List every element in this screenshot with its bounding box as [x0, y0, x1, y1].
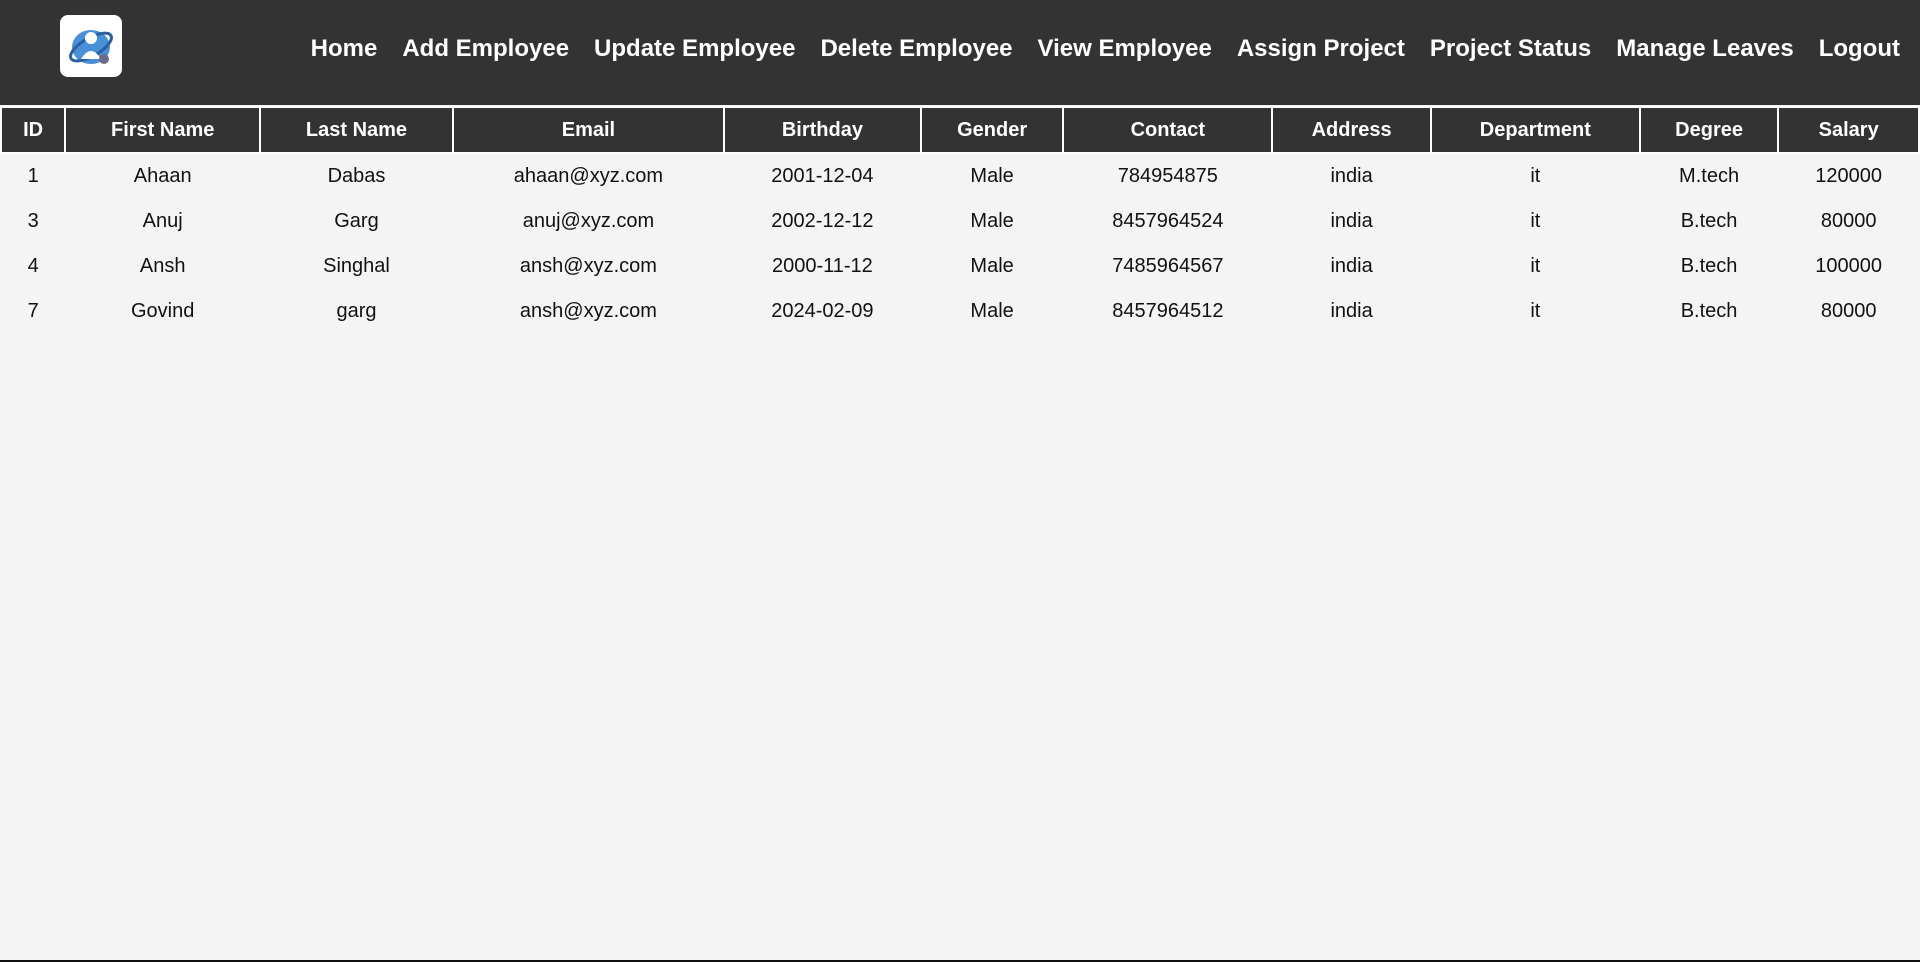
column-header-contact: Contact [1062, 106, 1274, 154]
nav-links: Home Add Employee Update Employee Delete… [286, 0, 1900, 98]
column-header-birthday: Birthday [723, 106, 922, 154]
column-header-email: Email [451, 106, 726, 154]
cell-last-name: Singhal [323, 255, 390, 277]
table-row: 3 Anuj Garg anuj@xyz.com 2002-12-12 Male… [1, 199, 1919, 244]
cell-email: anuj@xyz.com [522, 210, 655, 232]
top-navbar: Home Add Employee Update Employee Delete… [0, 0, 1920, 105]
cell-contact: 8457964524 [1112, 210, 1224, 232]
cell-email: ahaan@xyz.com [513, 165, 664, 187]
cell-degree: B.tech [1680, 300, 1738, 322]
logo[interactable] [60, 15, 122, 77]
column-header-id: ID [0, 106, 67, 154]
cell-salary: 80000 [1820, 300, 1877, 322]
cell-address: india [1330, 165, 1373, 187]
cell-email: ansh@xyz.com [519, 255, 657, 277]
cell-department: it [1530, 165, 1541, 187]
cell-first-name: Ansh [139, 255, 186, 277]
cell-department: it [1530, 210, 1541, 232]
cell-degree: B.tech [1680, 255, 1738, 277]
cell-first-name: Ahaan [133, 165, 192, 187]
employee-table: ID First Name Last Name Email Birthday G… [0, 106, 1920, 334]
nav-assign-project-link[interactable]: Assign Project [1237, 35, 1405, 63]
cell-gender: Male [970, 255, 1014, 277]
column-header-department: Department [1429, 106, 1641, 154]
cell-email: ansh@xyz.com [519, 300, 657, 322]
cell-contact: 7485964567 [1112, 255, 1224, 277]
column-header-first-name: First Name [64, 106, 262, 154]
cell-birthday: 2024-02-09 [771, 300, 874, 322]
cell-department: it [1530, 300, 1541, 322]
cell-last-name: garg [336, 300, 377, 322]
cell-birthday: 2000-11-12 [771, 255, 873, 277]
cell-address: india [1330, 210, 1373, 232]
nav-delete-employee-link[interactable]: Delete Employee [820, 35, 1012, 63]
cell-id: 7 [27, 300, 39, 322]
cell-degree: M.tech [1679, 165, 1740, 187]
cell-id: 1 [27, 165, 39, 187]
cell-gender: Male [970, 210, 1014, 232]
nav-logout-link[interactable]: Logout [1819, 35, 1900, 63]
column-header-degree: Degree [1638, 106, 1780, 154]
nav-add-employee-link[interactable]: Add Employee [402, 35, 569, 63]
employee-globe-logo-icon [69, 30, 113, 64]
cell-contact: 8457964512 [1112, 300, 1224, 322]
nav-manage-leaves-link[interactable]: Manage Leaves [1616, 35, 1793, 63]
cell-id: 3 [27, 210, 39, 232]
table-header-row: ID First Name Last Name Email Birthday G… [0, 106, 1920, 154]
cell-salary: 80000 [1820, 210, 1877, 232]
cell-id: 4 [27, 255, 39, 277]
column-header-gender: Gender [919, 106, 1065, 154]
cell-address: india [1330, 255, 1373, 277]
cell-birthday: 2001-12-04 [771, 165, 874, 187]
table-row: 7 Govind garg ansh@xyz.com 2024-02-09 Ma… [1, 289, 1919, 334]
cell-contact: 784954875 [1117, 165, 1218, 187]
cell-salary: 120000 [1815, 165, 1883, 187]
table-row: 4 Ansh Singhal ansh@xyz.com 2000-11-12 M… [1, 244, 1919, 289]
column-header-last-name: Last Name [259, 106, 454, 154]
cell-first-name: Anuj [142, 210, 183, 232]
cell-first-name: Govind [130, 300, 195, 322]
cell-address: india [1330, 300, 1373, 322]
column-header-address: Address [1271, 106, 1432, 154]
column-header-salary: Salary [1777, 106, 1920, 154]
cell-last-name: Garg [334, 210, 379, 232]
cell-degree: B.tech [1680, 210, 1738, 232]
nav-home-link[interactable]: Home [311, 35, 378, 63]
table-row: 1 Ahaan Dabas ahaan@xyz.com 2001-12-04 M… [1, 153, 1919, 199]
nav-update-employee-link[interactable]: Update Employee [594, 35, 795, 63]
cell-salary: 100000 [1815, 255, 1883, 277]
cell-gender: Male [970, 165, 1014, 187]
nav-view-employee-link[interactable]: View Employee [1038, 35, 1212, 63]
nav-project-status-link[interactable]: Project Status [1430, 35, 1591, 63]
cell-birthday: 2002-12-12 [771, 210, 874, 232]
cell-gender: Male [970, 300, 1014, 322]
cell-last-name: Dabas [327, 165, 386, 187]
cell-department: it [1530, 255, 1541, 277]
